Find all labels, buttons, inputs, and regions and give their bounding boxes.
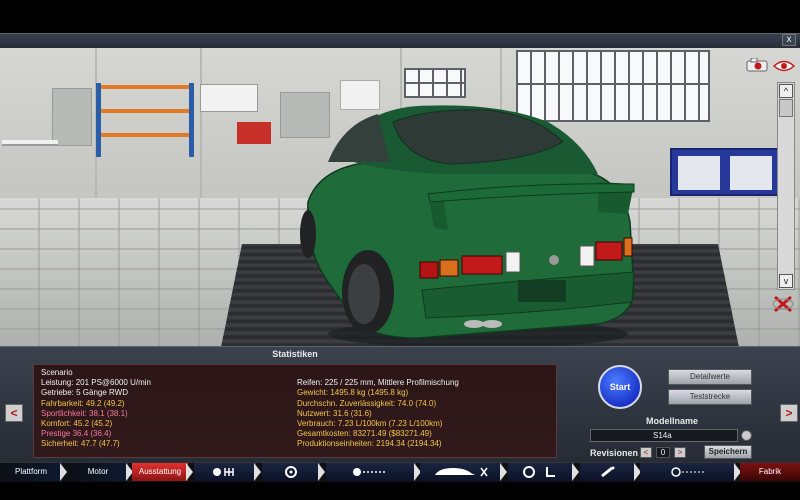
rotate-reset-icon[interactable] [772, 294, 794, 314]
stats-right-column: Reifen: 225 / 225 mm, Mittlere Profilmis… [297, 368, 557, 450]
tab-interior[interactable] [508, 463, 574, 481]
tire-icon [285, 465, 297, 478]
safety-icon [601, 466, 615, 478]
tab-equipment[interactable]: Ausstattung [132, 463, 188, 481]
blue-cabinet [670, 148, 780, 196]
stat-row [297, 368, 557, 378]
tab-factory[interactable]: Fabrik [740, 463, 800, 481]
revision-label: Revisionen [590, 448, 639, 458]
tab-testing[interactable] [640, 463, 736, 481]
prev-step-button[interactable]: < [5, 404, 23, 422]
scroll-thumb[interactable] [779, 99, 793, 117]
car-model [300, 105, 635, 346]
model-name-label: Modellname [645, 416, 698, 426]
test-track-button[interactable]: Teststrecke [668, 389, 752, 405]
garage-door [52, 88, 92, 146]
save-button[interactable]: Speichern [704, 445, 752, 459]
revision-value: 0 [656, 447, 670, 458]
scroll-up-button[interactable]: ^ [779, 84, 793, 98]
tab-suspension[interactable] [326, 463, 416, 481]
stats-box: Scenario Leistung: 201 PS@6000 U/min Getri… [33, 364, 557, 458]
whiteboard [200, 84, 258, 112]
stat-row: Gewicht: 1495.8 kg (1495.8 kg) [297, 388, 409, 398]
suspension-icon [353, 467, 387, 476]
stat-row: Gesamtkosten: 83271.49 ($83271.49) [297, 429, 432, 439]
next-step-button[interactable]: > [780, 404, 798, 422]
revision-next-button[interactable]: > [674, 447, 686, 458]
stat-row: Leistung: 201 PS@6000 U/min [41, 378, 151, 388]
stats-left-column: Scenario Leistung: 201 PS@6000 U/min Getri… [41, 368, 291, 450]
car-3d-viewport[interactable]: ^ v [0, 48, 800, 346]
eye-icon[interactable] [773, 60, 795, 72]
bottom-band [0, 482, 800, 500]
top-band [0, 0, 800, 33]
camera-icon[interactable] [746, 58, 768, 72]
tab-platform[interactable]: Plattform [0, 463, 62, 481]
revision-prev-button[interactable]: < [640, 447, 652, 458]
stat-row: Scenario [41, 368, 73, 377]
stat-row: Sportlichkeit: 38.1 (38.1) [41, 408, 128, 418]
stats-title: Statistiken [272, 349, 318, 359]
stat-row: Durchschn. Zuverlässigkeit: 74.0 (74.0) [297, 398, 437, 408]
workbench [2, 140, 58, 146]
steering-seat-icon [523, 465, 555, 478]
zoom-scrollbar[interactable]: ^ v [777, 82, 795, 290]
stat-row: Produktionseinheiten: 2194.34 (2194.34) [297, 439, 442, 449]
stat-row: Komfort: 45.2 (45.2) [41, 419, 113, 429]
car-body-icon [435, 467, 488, 477]
tab-tires[interactable] [262, 463, 320, 481]
tab-engine[interactable]: Motor [68, 463, 128, 481]
test-icon [671, 467, 706, 477]
red-toolbox [237, 122, 271, 144]
tool-shelf [96, 83, 194, 157]
title-bar [0, 33, 800, 48]
clear-icon[interactable] [741, 430, 752, 441]
model-name-input[interactable]: S14a [590, 429, 738, 442]
stat-row: Nutzwert: 31.6 (31.6) [297, 408, 372, 418]
start-button[interactable]: Start [598, 365, 642, 409]
detail-values-button[interactable]: Detailwerte [668, 369, 752, 385]
stat-row: Prestige 36.4 (36.4) [41, 429, 112, 439]
close-button[interactable]: x [782, 34, 796, 46]
tab-body[interactable] [420, 463, 502, 481]
stat-row: Getriebe: 5 Gänge RWD [41, 388, 129, 398]
stat-row: Verbrauch: 7.23 L/100km (7.23 L/100km) [297, 419, 443, 429]
gearbox-icon [213, 467, 234, 476]
scroll-down-button[interactable]: v [779, 274, 793, 288]
tab-gearbox[interactable] [194, 463, 256, 481]
tab-safety[interactable] [580, 463, 636, 481]
stat-row: Reifen: 225 / 225 mm, Mittlere Profilmis… [297, 378, 459, 388]
stat-row: Sicherheit: 47.7 (47.7) [41, 439, 120, 449]
garage-window [404, 68, 466, 98]
stat-row: Fahrbarkeit: 49.2 (49.2) [41, 398, 125, 408]
